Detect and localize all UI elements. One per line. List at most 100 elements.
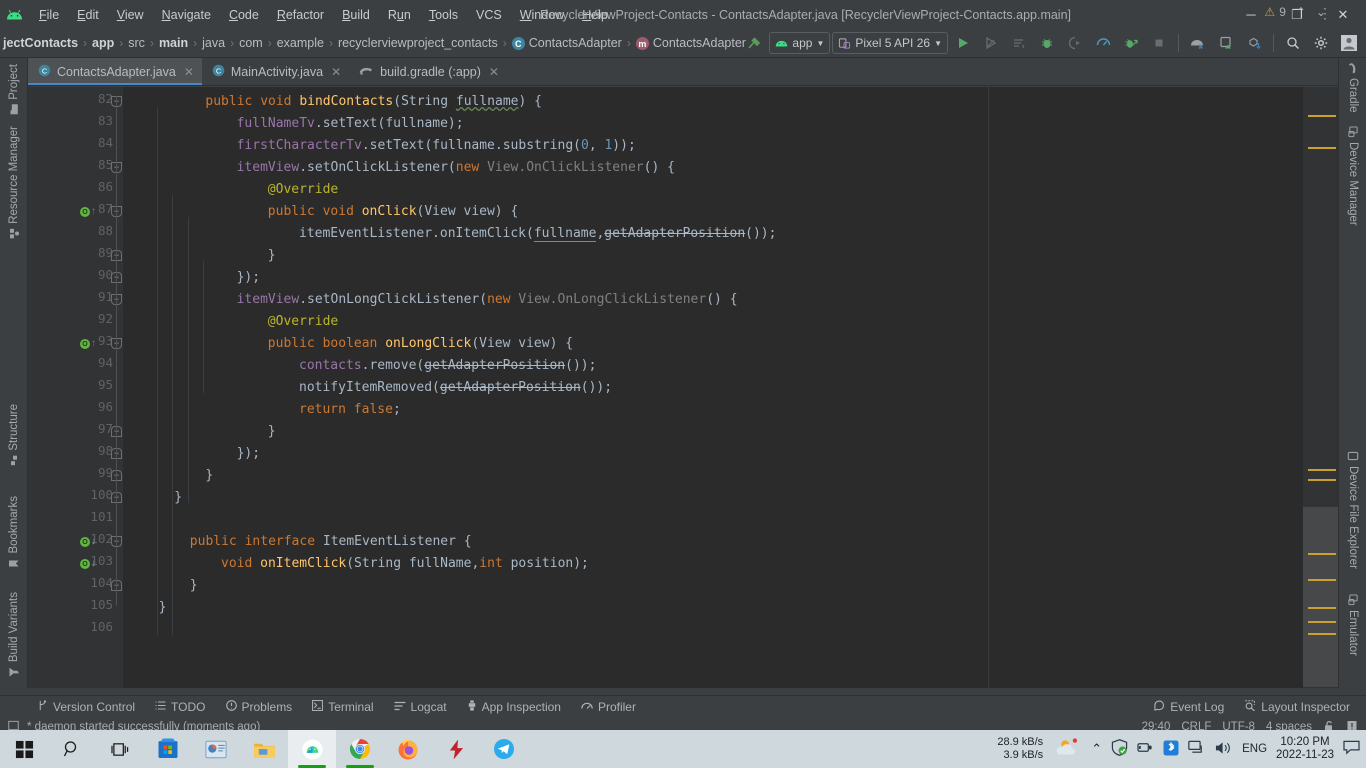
warning-stripe[interactable] [1308,579,1336,581]
microsoft-store-button[interactable] [144,730,192,768]
start-button[interactable] [0,730,48,768]
code-line[interactable]: }); [237,267,260,289]
bottom-tool-todo[interactable]: TODO [145,696,215,718]
profile-app-icon[interactable] [1118,31,1144,55]
language-indicator[interactable]: ENG [1242,743,1267,755]
code-line[interactable]: itemEventListener.onItemClick(fullname,g… [299,223,776,245]
sidebar-item-emulator[interactable]: Emulator [1339,588,1366,662]
code-content[interactable]: public void bindContacts(String fullname… [123,87,1303,688]
bottom-tool-app-inspection[interactable]: App Inspection [457,696,571,718]
breadcrumb-item[interactable]: recyclerviewproject_contacts [335,34,501,52]
breadcrumb-item[interactable]: src [125,34,148,52]
sidebar-item-build-variants[interactable]: Build Variants [0,586,28,684]
sidebar-item-gradle[interactable]: Gradle [1339,58,1366,119]
sidebar-item-resource-manager[interactable]: Resource Manager [0,120,28,245]
code-line[interactable]: @Override [268,311,338,333]
menu-file[interactable]: File [30,4,68,26]
bottom-tool-terminal[interactable]: Terminal [302,696,383,718]
telegram-button[interactable] [480,730,528,768]
warning-stripe[interactable] [1308,633,1336,635]
code-line[interactable]: notifyItemRemoved(getAdapterPosition()); [299,377,612,399]
bottom-tool-profiler[interactable]: Profiler [571,696,646,718]
sidebar-item-structure[interactable]: Structure [0,398,28,472]
code-line[interactable]: public void onClick(View view) { [268,201,518,223]
profiler-icon[interactable] [1090,31,1116,55]
bottom-tool-logcat[interactable]: Logcat [384,696,457,718]
code-line[interactable]: contacts.remove(getAdapterPosition()); [299,355,596,377]
close-tab-icon[interactable]: ✕ [489,65,499,79]
volume-icon[interactable] [1215,740,1233,759]
sdk-manager-icon[interactable] [1213,31,1239,55]
warning-stripe[interactable] [1308,147,1336,149]
breadcrumb-item[interactable]: jectContacts [0,34,81,52]
implemented-by-icon[interactable]: O ↓ [80,535,98,549]
warning-stripe[interactable] [1308,607,1336,609]
menu-edit[interactable]: Edit [68,4,108,26]
task-view-button[interactable] [96,730,144,768]
breadcrumb-item[interactable]: main [156,34,191,52]
editor-gutter[interactable]: 82 83 84 85 86 87 O ↑ 88 89 90 91 92 93 O ↑ 94 95 96 97 98 99… [28,87,123,688]
shield-icon[interactable] [1111,739,1128,759]
apply-changes-icon[interactable] [978,31,1004,55]
code-line[interactable]: } [174,487,182,509]
android-studio-button[interactable] [288,730,336,768]
menu-view[interactable]: View [108,4,153,26]
breadcrumb-item[interactable]: example [274,34,327,52]
next-problem-icon[interactable]: ⌄ [1316,5,1326,19]
run-list-icon[interactable] [1006,31,1032,55]
avd-manager-icon[interactable] [1185,31,1211,55]
breadcrumb-item[interactable]: m ContactsAdapter [633,34,749,52]
menu-code[interactable]: Code [220,4,268,26]
code-line[interactable]: } [268,421,276,443]
close-tab-icon[interactable]: ✕ [184,65,194,79]
module-selector[interactable]: app ▼ [769,32,831,54]
weather-icon[interactable] [1054,737,1080,762]
close-tab-icon[interactable]: ✕ [331,65,341,79]
notification-center-icon[interactable] [1343,740,1360,758]
code-line[interactable]: } [159,597,167,619]
clock[interactable]: 10:20 PM 2022-11-23 [1276,736,1334,762]
fold-column[interactable]: −−−−−−−−−−−−− [111,87,123,688]
breadcrumb-item[interactable]: java [199,34,228,52]
code-line[interactable]: @Override [268,179,338,201]
debug-icon[interactable] [1034,31,1060,55]
inspection-widget[interactable]: ⚠ 9 ⌃ ⌄ [1264,5,1326,19]
powerpoint-button[interactable] [192,730,240,768]
code-line[interactable]: } [268,245,276,267]
code-line[interactable]: } [205,465,213,487]
device-selector[interactable]: Pixel 5 API 26 ▼ [832,32,948,54]
sidebar-item-project[interactable]: Project [0,58,28,121]
code-line[interactable]: firstCharacterTv.setText(fullname.substr… [237,135,636,157]
usb-icon[interactable] [1137,740,1154,758]
code-line[interactable]: fullNameTv.setText(fullname); [237,113,464,135]
search-button[interactable] [48,730,96,768]
editor-tab-contactsadapter-java[interactable]: C ContactsAdapter.java ✕ [28,58,202,85]
menu-build[interactable]: Build [333,4,379,26]
sidebar-item-bookmarks[interactable]: Bookmarks [0,490,28,576]
code-line[interactable]: public interface ItemEventListener { [190,531,472,553]
menu-refactor[interactable]: Refactor [268,4,333,26]
flash-app-button[interactable] [432,730,480,768]
warning-stripe[interactable] [1308,115,1336,117]
bottom-tool-layout-inspector[interactable]: Layout Inspector [1234,696,1360,718]
attach-debugger-icon[interactable] [1062,31,1088,55]
breadcrumb-item[interactable]: com [236,34,266,52]
implemented-by-icon[interactable]: O ↓ [80,557,98,571]
tray-chevron-up-icon[interactable]: ⌃ [1091,741,1102,757]
run-icon[interactable] [950,31,976,55]
menu-navigate[interactable]: Navigate [153,4,220,26]
code-line[interactable]: public void bindContacts(String fullname… [205,91,542,113]
editor-tab-mainactivity-java[interactable]: C MainActivity.java ✕ [202,58,349,85]
search-icon[interactable] [1280,31,1306,55]
code-line[interactable]: return false; [299,399,401,421]
sidebar-item-device-file-explorer[interactable]: Device File Explorer [1339,444,1366,575]
bottom-tool-problems[interactable]: Problems [216,696,303,718]
prev-problem-icon[interactable]: ⌃ [1296,5,1306,19]
code-editor[interactable]: 82 83 84 85 86 87 O ↑ 88 89 90 91 92 93 O ↑ 94 95 96 97 98 99… [28,87,1338,688]
file-explorer-button[interactable] [240,730,288,768]
network-icon[interactable] [1188,740,1206,758]
editor-tab-build-gradle-app-[interactable]: build.gradle (:app) ✕ [349,58,507,85]
overriding-method-icon[interactable]: O ↑ [80,337,98,351]
breadcrumb-item[interactable]: app [89,34,117,52]
warning-stripe[interactable] [1308,469,1336,471]
